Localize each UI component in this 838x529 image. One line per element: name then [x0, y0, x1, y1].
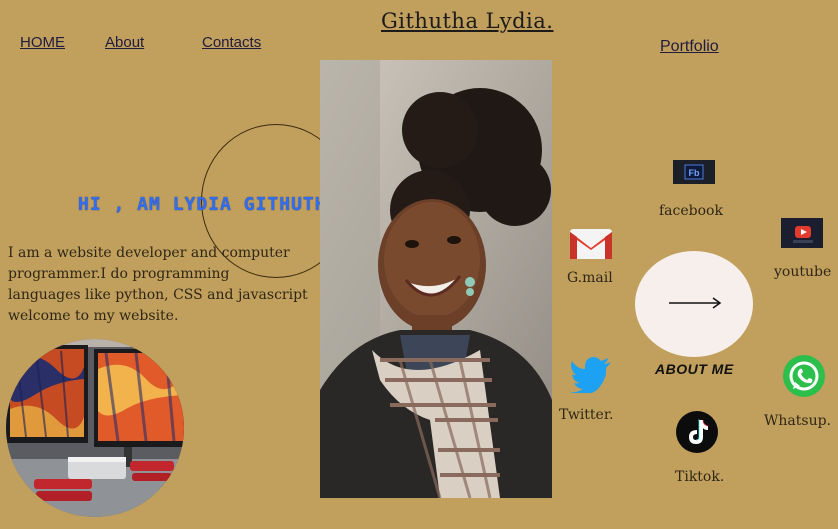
nav-home-link[interactable]: HOME — [20, 34, 65, 51]
workstation-illustration — [6, 339, 184, 517]
intro-line: languages like python, CSS and javascrip… — [8, 287, 308, 303]
whatsapp-icon[interactable] — [783, 355, 825, 397]
youtube-label[interactable]: youtube — [774, 264, 831, 280]
portrait-photo — [320, 60, 552, 498]
about-me-label[interactable]: ABOUT ME — [655, 361, 734, 377]
nav-about-link[interactable]: About — [105, 34, 144, 51]
intro-line: programmer.I do programming — [8, 266, 230, 282]
whatsapp-label[interactable]: Whatsup. — [764, 413, 831, 429]
site-title: Githutha Lydia. — [381, 9, 554, 33]
about-me-button[interactable] — [635, 251, 753, 357]
intro-line: welcome to my website. — [8, 308, 179, 324]
hero-intro: I am a website developer and computer pr… — [8, 243, 318, 327]
arrow-right-icon — [669, 297, 722, 309]
intro-line: I am a website developer and computer — [8, 245, 290, 261]
twitter-icon[interactable] — [570, 357, 612, 395]
facebook-label[interactable]: facebook — [659, 203, 723, 219]
tiktok-label[interactable]: Tiktok. — [675, 469, 724, 485]
gmail-label[interactable]: G.mail — [567, 270, 613, 286]
workstation-photo — [6, 339, 184, 517]
tiktok-icon[interactable] — [676, 411, 718, 453]
gmail-icon[interactable] — [569, 228, 613, 260]
facebook-icon[interactable]: Fb — [673, 160, 715, 184]
facebook-glyph: Fb — [689, 168, 700, 178]
nav-contacts-link[interactable]: Contacts — [202, 34, 261, 51]
twitter-label[interactable]: Twitter. — [559, 407, 613, 423]
youtube-icon[interactable] — [781, 218, 823, 248]
portrait-illustration — [320, 60, 552, 498]
portfolio-link[interactable]: Portfolio — [660, 38, 719, 56]
